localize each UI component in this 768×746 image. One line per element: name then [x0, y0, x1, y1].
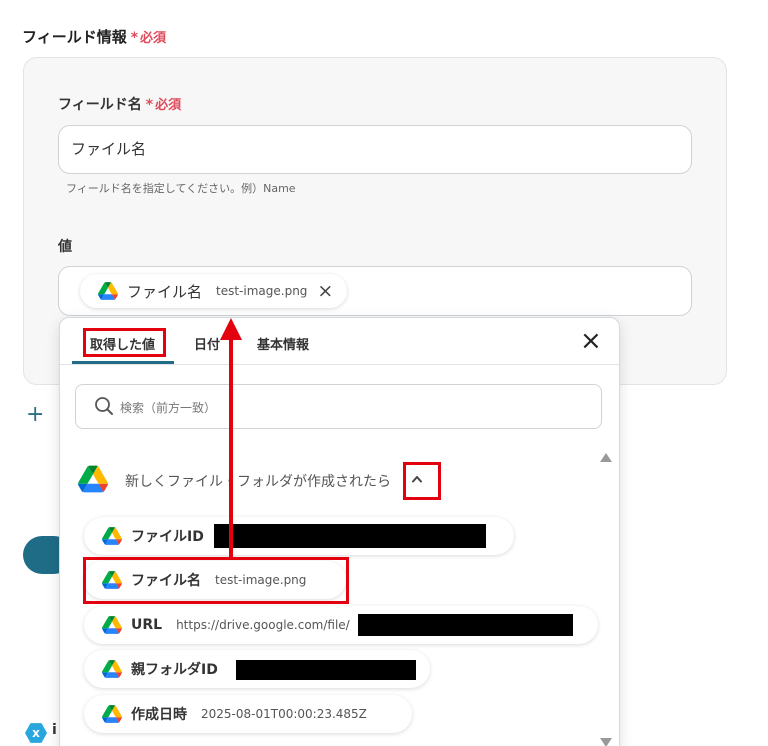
- app-badge-icon: x: [25, 723, 47, 743]
- redacted-value: [236, 660, 416, 680]
- bottom-edge-text: i: [52, 722, 57, 738]
- value-item-created-at[interactable]: 作成日時 2025-08-01T00:00:23.485Z: [84, 695, 412, 733]
- field-name-hint: フィールド名を指定してください。例）Name: [66, 182, 296, 195]
- close-icon[interactable]: ×: [317, 281, 333, 301]
- required-star: *: [145, 97, 154, 113]
- highlight-box-tab: [83, 328, 166, 357]
- section-title-text: フィールド情報: [22, 28, 127, 46]
- redacted-value: [214, 524, 486, 548]
- value-token-chip[interactable]: ファイル名 test-image.png ×: [80, 274, 348, 308]
- item-value: 2025-08-01T00:00:23.485Z: [201, 707, 367, 721]
- item-name: URL: [131, 617, 163, 633]
- google-drive-icon: [102, 705, 122, 723]
- required-label: 必須: [155, 98, 182, 113]
- google-drive-icon: [78, 465, 108, 493]
- close-icon[interactable]: ×: [580, 328, 602, 354]
- item-value: https://drive.google.com/file/: [176, 618, 350, 632]
- field-name-label: フィールド名 * 必須: [58, 94, 181, 114]
- highlight-box-chevron: [403, 462, 441, 500]
- annotation-arrow-head: [220, 318, 242, 340]
- item-name: ファイルID: [131, 529, 204, 545]
- tab-basic-info[interactable]: 基本情報: [257, 334, 309, 353]
- required-label: 必須: [140, 31, 167, 46]
- google-drive-icon: [102, 660, 122, 678]
- plus-icon[interactable]: +: [26, 402, 44, 427]
- scroll-up-arrow[interactable]: [600, 453, 612, 462]
- item-name: 作成日時: [131, 707, 187, 723]
- trigger-group-title: 新しくファイル・フォルダが作成されたら: [125, 474, 391, 490]
- required-star: *: [130, 30, 139, 46]
- value-token-name: ファイル名: [127, 282, 203, 301]
- google-drive-icon: [102, 527, 122, 545]
- scroll-down-arrow[interactable]: [600, 738, 612, 746]
- annotation-arrow-line: [229, 336, 233, 560]
- google-drive-icon: [102, 616, 122, 634]
- value-label: 値: [58, 239, 72, 255]
- value-token-value: test-image.png: [216, 284, 308, 298]
- search-placeholder: 検索（前方一致）: [120, 401, 217, 415]
- field-name-input[interactable]: ファイル名: [58, 125, 692, 174]
- google-drive-icon: [98, 282, 118, 300]
- section-title: フィールド情報 * 必須: [22, 26, 166, 47]
- highlight-box-file-name: [83, 557, 349, 604]
- search-icon: [95, 397, 113, 415]
- tab-date[interactable]: 日付: [194, 334, 220, 353]
- tab-divider: [60, 364, 619, 365]
- redacted-value: [358, 614, 573, 636]
- field-name-label-text: フィールド名: [58, 97, 142, 113]
- item-name: 親フォルダID: [131, 662, 218, 678]
